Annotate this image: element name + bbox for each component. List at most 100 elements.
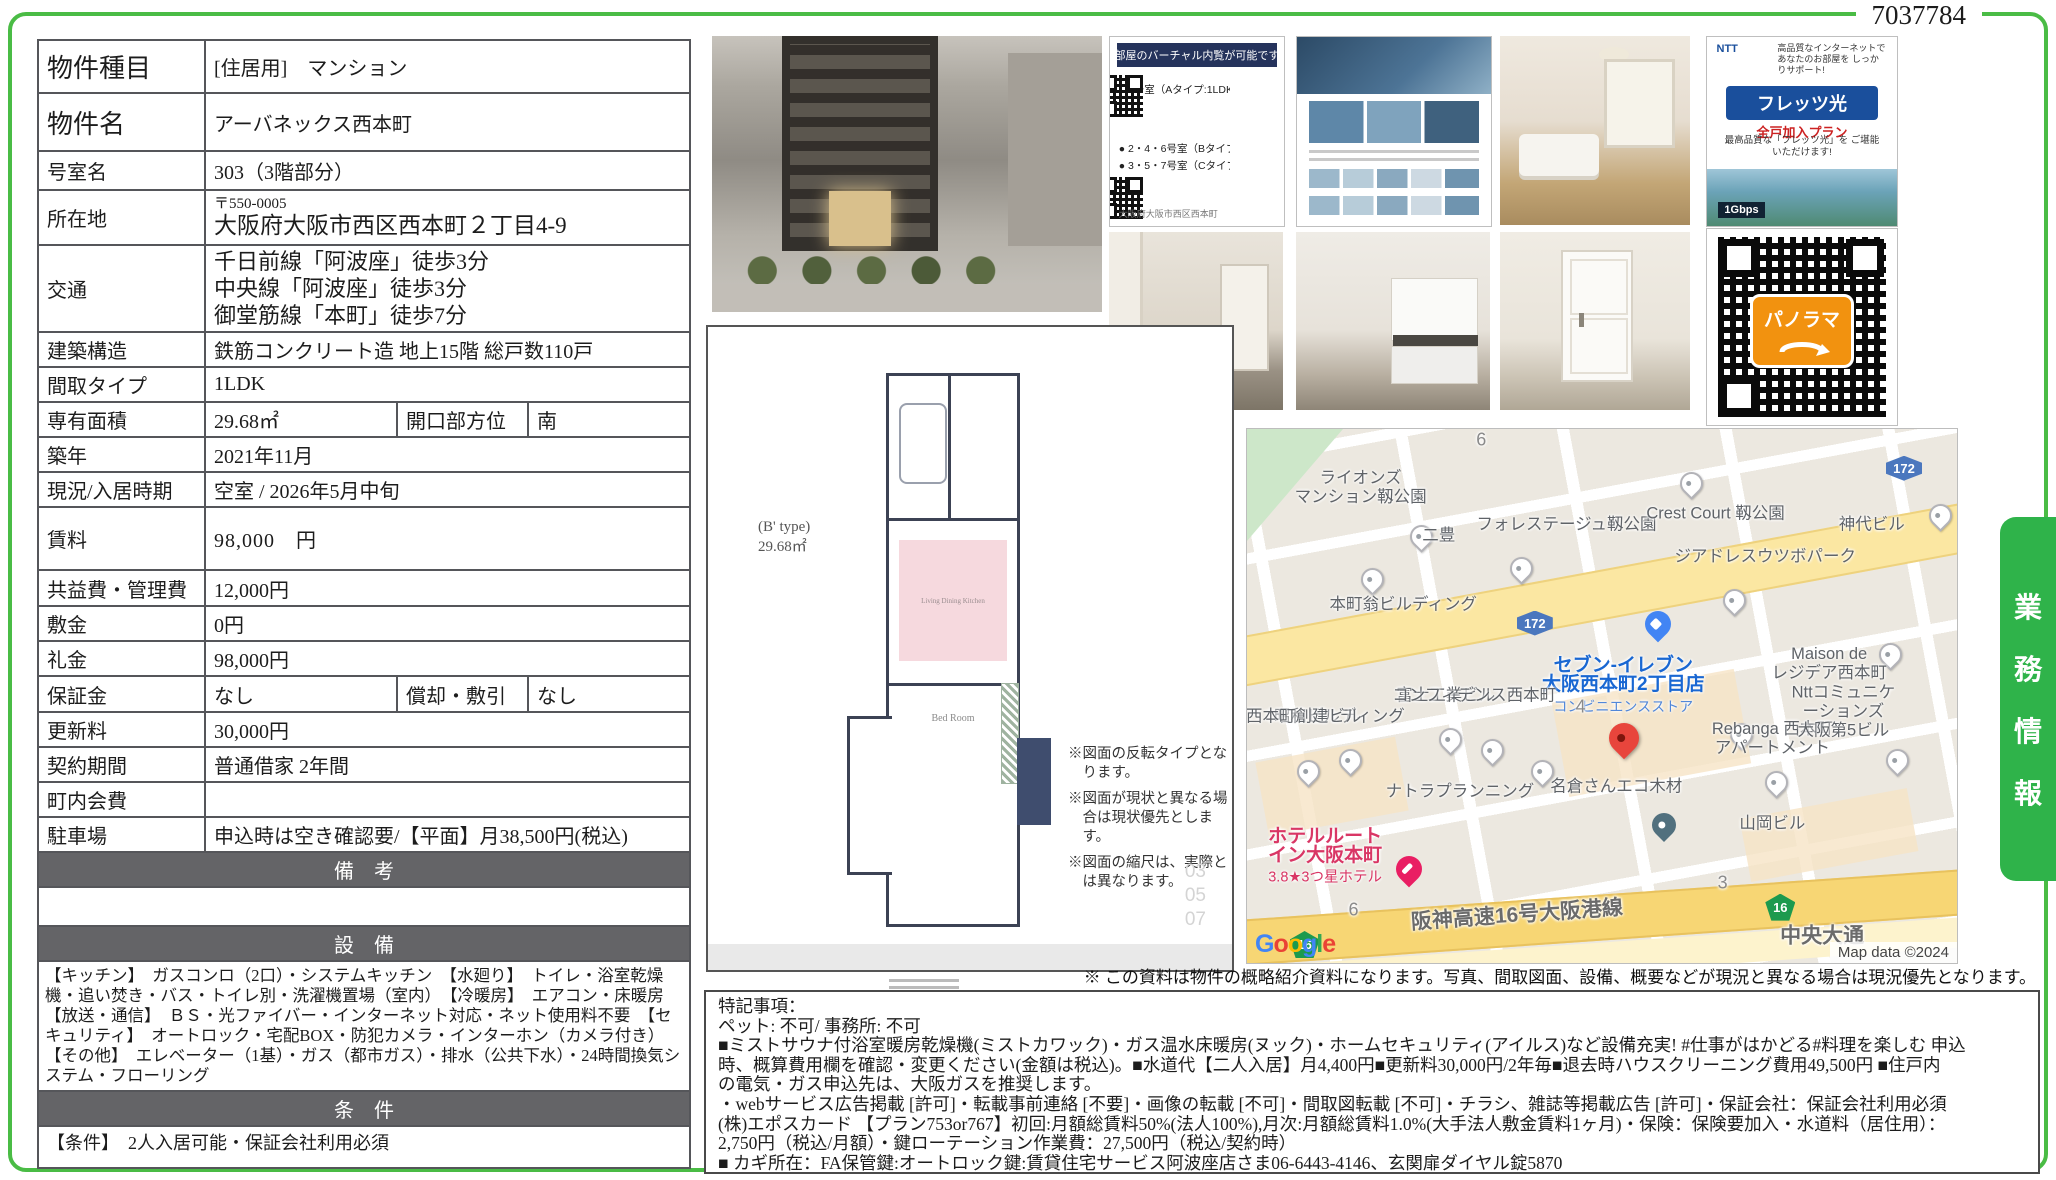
tab-char: 報	[2014, 772, 2042, 812]
photo-living-room	[1500, 36, 1690, 225]
transport-label: 交通	[38, 245, 205, 332]
floorplan-panel: (B' type) 29.68㎡ Living Dining Kitchen B…	[706, 325, 1234, 972]
brochure-hero-image	[1297, 37, 1491, 94]
status-label: 現況/入居時期	[38, 472, 205, 507]
property-name-value: アーバネックス西本町	[205, 93, 690, 151]
amortization-value: なし	[528, 676, 690, 712]
brochure-text-line	[1309, 150, 1480, 153]
map-label: Nttコミュニケーションズ 大阪第5ビル	[1787, 684, 1901, 741]
entrance-plants	[735, 251, 1008, 284]
speed-badge: 1Gbps	[1718, 202, 1764, 218]
map-label: Maison de レジデア西本町	[1771, 645, 1887, 683]
map-label: Crest Court 靱公園	[1646, 505, 1784, 524]
property-type-value: [住居用] マンション	[205, 40, 690, 93]
map-label: 二豊	[1422, 526, 1455, 545]
table-row: 号室名 303（3階部分）	[38, 151, 690, 190]
kitchen-cabinet-upper	[1391, 278, 1478, 341]
layout-label: 間取タイプ	[38, 367, 205, 402]
contract-value: 普通借家 2年間	[205, 747, 690, 782]
map-label: 本町翁ビルディング	[1330, 596, 1477, 615]
flyer-footer: 大阪府大阪市西区西本町	[1119, 207, 1218, 220]
status-value: 空室 / 2026年5月中旬	[205, 472, 690, 507]
flyer-item: ● 2・4・6号室（Bタイプ:1LDK 29.68㎡）	[1119, 141, 1230, 156]
faint-number: 05	[1185, 884, 1206, 908]
notes-line: ・webサービス広告掲載 [許可]・転載事前連絡 [不要]・画像の転載 [不可]…	[718, 1095, 2026, 1115]
table-row: 保証金 なし 償却・敷引 なし	[38, 676, 690, 712]
fee-label: 共益費・管理費	[38, 570, 205, 606]
floorplan-note: ※図面の反転タイプとなります。	[1068, 745, 1228, 783]
tab-char: 情	[2014, 710, 2042, 750]
guarantee-value: なし	[205, 676, 397, 712]
photo-room-door	[1500, 232, 1690, 410]
table-row: 契約期間 普通借家 2年間	[38, 747, 690, 782]
wall-line	[889, 683, 1017, 686]
map-attribution: Map data ©2024	[1830, 942, 1957, 963]
table-row: 間取タイプ 1LDK	[38, 367, 690, 402]
guarantee-label: 保証金	[38, 676, 205, 712]
table-row: 設 備	[38, 926, 690, 961]
transport-value: 千日前線「阿波座」徒歩3分 中央線「阿波座」徒歩3分 御堂筋線「本町」徒歩7分	[205, 245, 690, 332]
table-row: 駐車場 申込時は空き確認要/【平面】月38,500円(税込)	[38, 817, 690, 852]
notes-line: (株)エポスカード 【プラン753or767】初回:月額総賃料50%(法人100…	[718, 1115, 2026, 1135]
area-label: 専有面積	[38, 402, 205, 437]
faint-number: 03	[1185, 860, 1206, 884]
table-row: 備 考	[38, 852, 690, 887]
area-value: 29.68㎡	[205, 402, 397, 437]
building-side	[1008, 53, 1102, 246]
block-number: 6	[1348, 900, 1358, 919]
business-info-tab: 業 務 情 報	[2000, 517, 2056, 881]
key-money-label: 礼金	[38, 641, 205, 676]
floorplan-type-label: (B' type) 29.68㎡	[758, 517, 810, 557]
photo-brochure-page	[1296, 36, 1492, 227]
entrance-annex	[847, 716, 892, 875]
map-label-seven-eleven-sub: コンビニエンスストア	[1553, 697, 1693, 716]
postal-code: 〒550-0005	[214, 196, 681, 213]
remarks-body	[38, 887, 690, 926]
parking-label: 駐車場	[38, 817, 205, 852]
bedroom-area: Bed Room	[899, 705, 1007, 847]
transport-line: 中央線「阿波座」徒歩3分	[214, 275, 681, 302]
brochure-photo-strip	[1309, 101, 1480, 143]
map-label: 山岡ビル	[1739, 815, 1805, 834]
tab-char: 務	[2014, 648, 2042, 688]
conditions-body: 【条件】 2人入居可能・保証会社利用必須	[38, 1126, 690, 1168]
map-label: 神代ビル	[1839, 516, 1905, 535]
conditions-header: 条 件	[38, 1091, 690, 1126]
map-label: 西本町創建ビル	[1246, 708, 1362, 727]
photo-kitchen	[1296, 232, 1490, 410]
table-row: 現況/入居時期 空室 / 2026年5月中旬	[38, 472, 690, 507]
structure-label: 建築構造	[38, 332, 205, 367]
special-notes-box: 特記事項： ペット: 不可/ 事務所: 不可 ■ミストサウナ付浴室暖房乾燥機(ミ…	[704, 990, 2040, 1174]
entrance-light	[829, 191, 891, 246]
flyer-virtual-tour: お部屋のバーチャル内覧が可能です！ ● 1号室（Aタイプ:1LDK 43.67㎡…	[1109, 36, 1285, 227]
remarks-header: 備 考	[38, 852, 690, 887]
table-row: 築年 2021年11月	[38, 437, 690, 472]
table-row: 町内会費	[38, 782, 690, 817]
table-row: 賃料 98,000 円	[38, 507, 690, 570]
amortization-label: 償却・敷引	[397, 676, 528, 712]
panorama-label: パノラマ	[1764, 310, 1840, 331]
table-row: 敷金 0円	[38, 606, 690, 641]
table-row: 交通 千日前線「阿波座」徒歩3分 中央線「阿波座」徒歩3分 御堂筋線「本町」徒歩…	[38, 245, 690, 332]
table-row: 専有面積 29.68㎡ 開口部方位 南	[38, 402, 690, 437]
wall-line	[948, 376, 951, 518]
property-table: 物件種目 [住居用] マンション 物件名 アーバネックス西本町 号室名 303（…	[37, 39, 691, 1169]
loop-arrow-icon	[1774, 336, 1830, 362]
document-number: 7037784	[1856, 0, 1983, 31]
map-label-hotel-sub: 3.8★3つ星ホテル	[1268, 868, 1382, 887]
notes-line: ■ミストサウナ付浴室暖房乾燥機(ミストカワック)・ガス温水床暖房(ヌック)・ホー…	[718, 1036, 2026, 1056]
panorama-qr: パノラマ	[1706, 228, 1898, 426]
flyer-title: お部屋のバーチャル内覧が可能です！	[1117, 43, 1277, 67]
map-label: ジアドレスウツボパーク	[1675, 548, 1857, 567]
kitchen-counter	[1393, 335, 1478, 346]
map-label: ライオンズ マンション靱公園	[1295, 469, 1427, 507]
floorplan-note: ※図面が現状と異なる場合は現状優先とします。	[1068, 790, 1228, 847]
table-row: 【条件】 2人入居可能・保証会社利用必須	[38, 1126, 690, 1168]
floorplan-drawing: Living Dining Kitchen Bed Room	[886, 373, 1020, 927]
notes-line: ■ カギ所在：FA保管鍵:オートロック鍵:賃貸住宅サービス阿波座店さま06-64…	[718, 1154, 2026, 1174]
notes-line: 時、概算費用欄を確認・変更ください(金額は税込)。■水道代【二人入居】月4,40…	[718, 1056, 2026, 1076]
unit-type: (B' type)	[758, 517, 810, 537]
transport-line: 千日前線「阿波座」徒歩3分	[214, 248, 681, 275]
table-row: 【キッチン】 ガスコンロ（2口）・システムキッチン 【水廻り】 トイレ・浴室乾燥…	[38, 961, 690, 1091]
table-row	[38, 887, 690, 926]
